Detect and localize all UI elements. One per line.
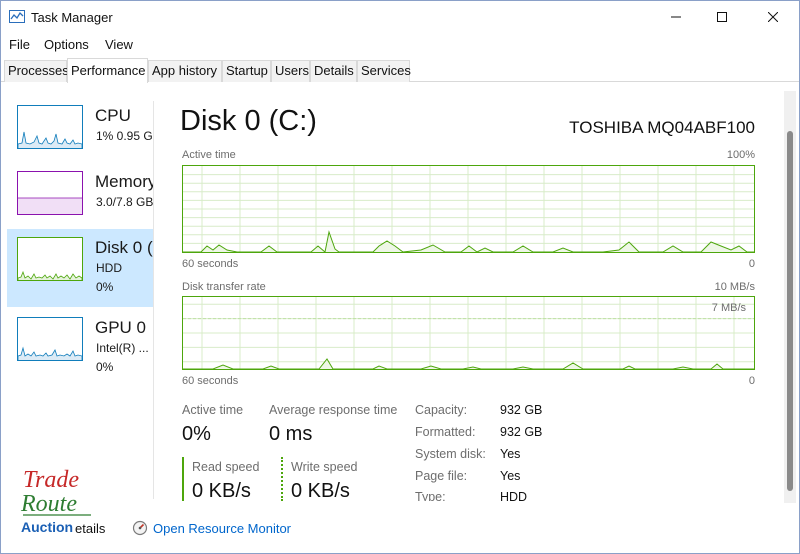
disk-label: Disk 0 (C:) bbox=[95, 238, 153, 257]
menu-view[interactable]: View bbox=[105, 37, 133, 52]
svg-text:Route: Route bbox=[20, 491, 77, 517]
active-time-stat-label: Active time bbox=[182, 403, 244, 417]
transfer-rate-graph-label: Disk transfer rate bbox=[182, 281, 266, 293]
disk-title: Disk 0 (C:) bbox=[180, 105, 317, 137]
task-manager-app-icon bbox=[9, 10, 25, 23]
gpu-model: Intel(R) ... bbox=[96, 341, 149, 355]
tab-app-history[interactable]: App history bbox=[148, 60, 222, 82]
minimize-button[interactable] bbox=[653, 1, 699, 33]
read-speed-value: 0 KB/s bbox=[192, 480, 251, 502]
open-resource-monitor-link[interactable]: Open Resource Monitor bbox=[153, 521, 291, 536]
active-time-graph-label: Active time bbox=[182, 149, 236, 161]
close-icon bbox=[768, 12, 778, 22]
tab-details[interactable]: Details bbox=[310, 60, 357, 82]
write-speed-indicator bbox=[281, 457, 283, 501]
tab-bar: Processes Performance App history Startu… bbox=[1, 58, 799, 83]
page-file-label: Page file: bbox=[415, 469, 468, 483]
transfer-rate-graph-max: 10 MB/s bbox=[714, 281, 755, 293]
transfer-rate-axis-left: 60 seconds bbox=[182, 375, 239, 387]
resource-item-disk-0[interactable]: Disk 0 (C:) HDD 0% bbox=[7, 229, 153, 307]
active-time-axis-left: 60 seconds bbox=[182, 258, 239, 270]
read-speed-label: Read speed bbox=[192, 460, 260, 474]
active-time-graph-plot bbox=[183, 166, 754, 252]
close-button[interactable] bbox=[750, 1, 796, 33]
window-title: Task Manager bbox=[31, 10, 113, 25]
write-speed-label: Write speed bbox=[291, 460, 358, 474]
memory-thumbnail-graph bbox=[17, 171, 83, 215]
formatted-value: 932 GB bbox=[500, 425, 543, 439]
tab-performance[interactable]: Performance bbox=[67, 58, 148, 83]
transfer-rate-inner-label: 7 MB/s bbox=[711, 302, 746, 314]
type-value: HDD bbox=[500, 490, 528, 501]
avg-response-stat-value: 0 ms bbox=[269, 423, 313, 445]
type-label: Type: bbox=[415, 490, 446, 501]
gpu-label: GPU 0 bbox=[95, 318, 147, 337]
active-time-axis-right: 0 bbox=[748, 258, 755, 270]
resource-monitor-icon bbox=[132, 520, 148, 536]
tab-startup[interactable]: Startup bbox=[222, 60, 271, 82]
capacity-label: Capacity: bbox=[415, 403, 468, 417]
resource-list: CPU 1% 0.95 GHz Memory 3.0/7.8 GB (38%) … bbox=[1, 83, 153, 503]
disk-model: TOSHIBA MQ04ABF100 bbox=[569, 118, 755, 137]
tab-processes[interactable]: Processes bbox=[4, 60, 69, 82]
active-time-graph bbox=[182, 165, 755, 253]
disk-usage: 0% bbox=[96, 280, 114, 294]
cpu-label: CPU bbox=[95, 106, 131, 125]
page-file-value: Yes bbox=[500, 469, 521, 483]
memory-usage: 3.0/7.8 GB (38%) bbox=[96, 195, 153, 209]
disk-type: HDD bbox=[96, 261, 122, 275]
footer: etails Open Resource Monitor bbox=[1, 511, 799, 551]
menu-bar: File Options View bbox=[1, 35, 799, 55]
disk-thumbnail-graph bbox=[17, 237, 83, 281]
trade-route-auction-logo: Trade Route Auction bbox=[20, 467, 91, 535]
title-bar: Task Manager bbox=[1, 1, 799, 33]
maximize-icon bbox=[717, 12, 727, 22]
vertical-scrollbar[interactable] bbox=[784, 91, 796, 503]
memory-label: Memory bbox=[95, 172, 153, 191]
cpu-usage: 1% 0.95 GHz bbox=[96, 129, 153, 143]
transfer-rate-graph-plot bbox=[183, 297, 754, 369]
transfer-rate-axis-right: 0 bbox=[748, 375, 755, 387]
task-manager-window: Task Manager File Options View Processes… bbox=[0, 0, 800, 554]
gpu-thumbnail-graph bbox=[17, 317, 83, 361]
svg-text:Auction: Auction bbox=[21, 519, 73, 535]
pane-divider bbox=[153, 101, 154, 499]
active-time-stat-value: 0% bbox=[182, 423, 211, 445]
gpu-usage: 0% bbox=[96, 360, 114, 374]
menu-options[interactable]: Options bbox=[44, 37, 89, 52]
cpu-thumbnail-graph bbox=[17, 105, 83, 149]
tab-users[interactable]: Users bbox=[271, 60, 310, 82]
system-disk-label: System disk: bbox=[415, 447, 486, 461]
avg-response-stat-label: Average response time bbox=[269, 403, 398, 417]
minimize-icon bbox=[671, 16, 681, 18]
disk-detail-pane: Disk 0 (C:) TOSHIBA MQ04ABF100 Active ti… bbox=[161, 83, 783, 503]
resource-item-gpu-0[interactable]: GPU 0 Intel(R) ... 0% bbox=[7, 309, 153, 387]
transfer-rate-graph bbox=[182, 296, 755, 370]
read-speed-indicator bbox=[182, 457, 184, 501]
system-disk-value: Yes bbox=[500, 447, 521, 461]
capacity-value: 932 GB bbox=[500, 403, 543, 417]
svg-text:Trade: Trade bbox=[23, 467, 79, 493]
maximize-button[interactable] bbox=[699, 1, 745, 33]
write-speed-value: 0 KB/s bbox=[291, 480, 350, 502]
active-time-graph-max: 100% bbox=[726, 149, 755, 161]
scrollbar-thumb[interactable] bbox=[787, 131, 793, 491]
menu-file[interactable]: File bbox=[9, 37, 30, 52]
tab-services[interactable]: Services bbox=[357, 60, 411, 82]
formatted-label: Formatted: bbox=[415, 425, 476, 439]
